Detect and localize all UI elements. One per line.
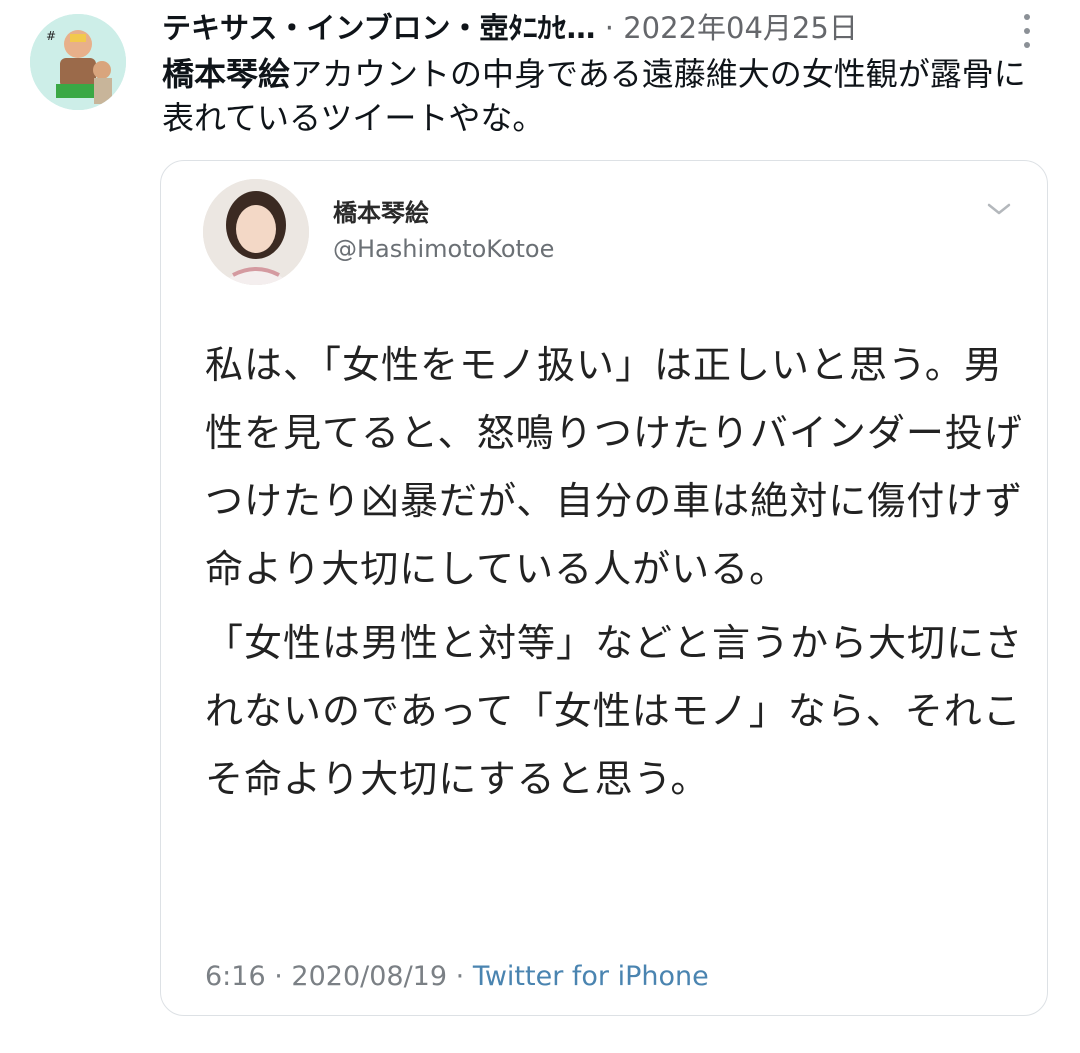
footer-separator: · (274, 961, 283, 992)
tweet-body-text: アカウントの中身である遠藤維大の女性観が露骨に表れているツイートやな。 (162, 55, 1026, 137)
quoted-paragraph: 「女性は男性と対等」などと言うから大切にされないのであって「女性はモノ」なら、そ… (205, 621, 1024, 801)
more-dot (1024, 42, 1030, 48)
avatar-illustration: # (30, 14, 126, 110)
more-dot (1024, 14, 1030, 20)
footer-separator: · (455, 961, 465, 992)
quoted-tweet-footer: 6:16 · 2020/08/19 · Twitter for iPhone (205, 961, 709, 992)
chevron-down-icon[interactable] (985, 199, 1013, 219)
tweet-body-highlight: 橋本琴絵 (162, 55, 291, 93)
quoted-source-link[interactable]: Twitter for iPhone (473, 961, 709, 992)
tweet: # テキサス・インブロン・壺ﾀﾆｶｾ… · 2022年04月25日 橋本琴絵アカ… (0, 0, 1080, 1053)
tweet-body: 橋本琴絵アカウントの中身である遠藤維大の女性観が露骨に表れているツイートやな。 (162, 52, 1052, 140)
quoted-time: 6:16 (205, 961, 266, 992)
quoted-author-handle[interactable]: @HashimotoKotoe (333, 235, 554, 263)
quoted-paragraph: 私は、「女性をモノ扱い」は正しいと思う。男性を見てると、怒鳴りつけたりバインダー… (205, 343, 1024, 591)
tweet-header: テキサス・インブロン・壺ﾀﾆｶｾ… · 2022年04月25日 (162, 6, 982, 50)
quoted-tweet-card[interactable]: 橋本琴絵 @HashimotoKotoe 私は、「女性をモノ扱い」は正しいと思う… (160, 160, 1048, 1016)
quoted-tweet-text: 私は、「女性をモノ扱い」は正しいと思う。男性を見てると、怒鳴りつけたりバインダー… (205, 331, 1025, 813)
quoted-avatar-photo (203, 179, 309, 285)
more-dot (1024, 28, 1030, 34)
more-options-button[interactable] (1012, 10, 1042, 54)
header-separator: · (604, 11, 614, 45)
svg-text:#: # (46, 29, 56, 43)
author-name[interactable]: テキサス・インブロン・壺ﾀﾆｶｾ… (162, 11, 596, 45)
quoted-author-name[interactable]: 橋本琴絵 (333, 193, 429, 228)
quoted-author-avatar[interactable] (203, 179, 309, 285)
tweet-date[interactable]: 2022年04月25日 (623, 11, 858, 45)
quoted-date[interactable]: 2020/08/19 (291, 961, 447, 992)
author-avatar[interactable]: # (30, 14, 126, 110)
